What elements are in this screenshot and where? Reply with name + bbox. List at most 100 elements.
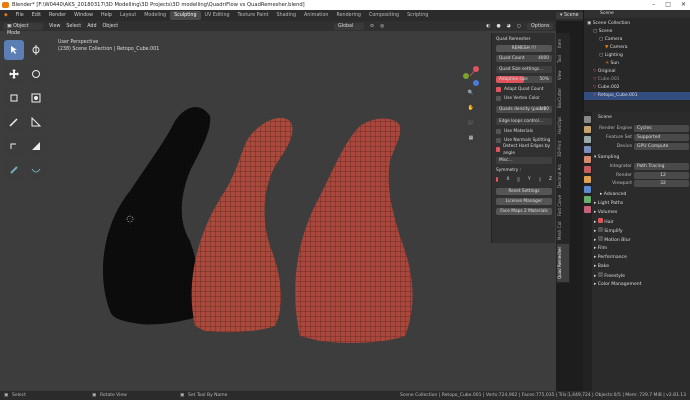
outliner-item-camera-collection[interactable]: ▢ Camera <box>584 36 690 44</box>
outliner-item-original[interactable]: ▽ Original <box>584 68 690 76</box>
render-tab-icon[interactable] <box>584 126 591 133</box>
volumes-panel[interactable]: ▸ Volumes <box>594 209 689 217</box>
detect-hard-edges-check[interactable] <box>496 147 501 152</box>
motion-blur-check[interactable] <box>597 236 603 241</box>
hair-check[interactable] <box>597 218 603 223</box>
move-icon[interactable] <box>4 64 24 84</box>
quad-count-field[interactable]: Quad Count 4000 <box>496 55 552 62</box>
object-tab-icon[interactable] <box>584 176 591 183</box>
tab-sculpting[interactable]: Sculpting <box>170 11 201 20</box>
symmetry-y-check[interactable] <box>517 177 520 182</box>
blender-menu-icon[interactable]: ◆ <box>0 13 12 18</box>
misc-toggle[interactable]: Misc... <box>496 157 552 164</box>
tab-uv-editing[interactable]: UV Editing <box>201 11 234 20</box>
scene-tab-icon[interactable] <box>584 156 591 163</box>
add-cube-icon[interactable] <box>4 136 24 156</box>
device-select[interactable]: GPU Compute <box>634 143 689 150</box>
render-engine-select[interactable]: Cycles <box>634 125 689 132</box>
menu-render[interactable]: Render <box>45 13 70 18</box>
render-samples-field[interactable]: 12 <box>634 172 689 179</box>
film-panel[interactable]: ▸ Film <box>594 245 689 253</box>
select-box-icon[interactable] <box>4 40 24 60</box>
quad-size-settings-toggle[interactable]: Quad Size settings... <box>496 66 552 73</box>
outliner-item-cube-001[interactable]: ▽ Cube.001 <box>584 76 690 84</box>
remesh-button[interactable]: REMESH !!! <box>496 45 552 52</box>
navigation-gizmo[interactable] <box>463 66 479 86</box>
tab-compositing[interactable]: Compositing <box>365 11 403 20</box>
rotate-icon[interactable] <box>26 64 46 84</box>
maximize-icon[interactable]: □ <box>665 0 671 10</box>
tab-boxcutter[interactable]: BoxCutter <box>557 84 569 112</box>
tab-texture-paint[interactable]: Texture Paint <box>234 11 273 20</box>
feature-set-select[interactable]: Supported <box>634 134 689 141</box>
tab-fast-carve[interactable]: Fast Carve <box>557 192 569 218</box>
tab-shading[interactable]: Shading <box>273 11 301 20</box>
use-vertex-color-check[interactable] <box>496 96 501 101</box>
freestyle-check[interactable] <box>597 272 603 277</box>
tab-3d-print[interactable]: 3D-Print <box>557 138 569 160</box>
tab-mesh-cut[interactable]: Mesh Cut <box>557 220 569 242</box>
tab-hardops[interactable]: HardOps <box>557 114 569 136</box>
outliner-item-retopo-cube-001[interactable]: ▽ Retopo_Cube.001 <box>584 92 690 100</box>
hair-panel[interactable]: ▸ Hair <box>594 218 689 226</box>
outliner-item-lighting[interactable]: ▢ Lighting <box>584 52 690 60</box>
outliner-item-cube-002[interactable]: ▽ Cube.002 <box>584 84 690 92</box>
material-tab-icon[interactable] <box>584 206 591 213</box>
light-paths-panel[interactable]: ▸ Light Paths <box>594 200 689 208</box>
zoom-icon[interactable]: 🔍 <box>464 87 478 99</box>
3d-viewport[interactable]: ▣ Object Mode View Select Add Object Glo… <box>0 21 556 391</box>
detect-hard-edges-checkbox[interactable]: Detect Hard Edges by angle <box>496 144 552 156</box>
adapt-quad-count-check[interactable] <box>496 87 501 92</box>
menu-file[interactable]: File <box>12 13 28 18</box>
use-normals-splitting-check[interactable] <box>496 138 501 143</box>
tab-animation[interactable]: Animation <box>300 11 332 20</box>
outliner-item-sun[interactable]: ☀ Sun <box>584 60 690 68</box>
ortho-toggle-icon[interactable]: ▦ <box>464 132 478 144</box>
curve-icon[interactable] <box>26 160 46 180</box>
use-materials-checkbox[interactable]: Use Materials <box>496 128 552 135</box>
brush-icon[interactable] <box>4 160 24 180</box>
edge-loops-control-toggle[interactable]: Edge loops control... <box>496 118 552 125</box>
viewport-samples-field[interactable]: 32 <box>634 180 689 187</box>
retopo-mesh-middle[interactable] <box>191 117 293 333</box>
pan-hand-icon[interactable]: ✋ <box>464 102 478 114</box>
motion-blur-panel[interactable]: ▸ Motion Blur <box>594 236 689 244</box>
camera-view-icon[interactable]: 🎥 <box>464 117 478 129</box>
close-icon[interactable]: ✕ <box>681 0 686 10</box>
performance-panel[interactable]: ▸ Performance <box>594 254 689 262</box>
symmetry-z-check[interactable] <box>538 177 542 182</box>
license-manager-button[interactable]: License Manager <box>496 198 552 205</box>
view-layer-tab-icon[interactable] <box>584 146 591 153</box>
sampling-panel-header[interactable]: ▾ Sampling <box>594 154 689 162</box>
measure-icon[interactable] <box>26 112 46 132</box>
scale-icon[interactable] <box>4 88 24 108</box>
tab-item[interactable]: Item <box>557 36 569 50</box>
tab-modeling[interactable]: Modeling <box>140 11 170 20</box>
minimize-icon[interactable]: – <box>652 0 655 10</box>
bake-panel[interactable]: ▸ Bake <box>594 263 689 271</box>
tool-tab-icon[interactable] <box>584 116 591 123</box>
tab-layout[interactable]: Layout <box>116 11 140 20</box>
simplify-check[interactable] <box>597 227 603 232</box>
reset-settings-button[interactable]: Reset Settings <box>496 188 552 195</box>
symmetry-x-check[interactable] <box>496 177 499 182</box>
quads-density-field[interactable]: Quads density (paint) 1.00 <box>496 106 552 113</box>
outliner-item-scene[interactable]: ▢ Scene <box>584 28 690 36</box>
outliner-item-scene-collection[interactable]: ▣ Scene Collection <box>584 20 690 28</box>
retopo-mesh-right[interactable] <box>295 118 413 344</box>
adapt-quad-count-checkbox[interactable]: Adapt Quad Count <box>496 86 552 93</box>
advanced-subpanel[interactable]: ▸ Advanced <box>594 191 689 199</box>
menu-edit[interactable]: Edit <box>28 13 45 18</box>
tab-rendering[interactable]: Rendering <box>332 11 365 20</box>
annotate-icon[interactable] <box>4 112 24 132</box>
face-maps-button[interactable]: Face Maps 2 Materials <box>496 208 552 215</box>
integrator-select[interactable]: Path Tracing <box>634 163 689 170</box>
outliner-item-camera[interactable]: ▼ Camera <box>584 44 690 52</box>
world-tab-icon[interactable] <box>584 166 591 173</box>
freestyle-panel[interactable]: ▸ Freestyle <box>594 272 689 280</box>
shear-icon[interactable] <box>26 136 46 156</box>
adaptive-size-slider[interactable]: Adaptive size 50% <box>496 76 552 83</box>
tab-view[interactable]: View <box>557 68 569 82</box>
use-vertex-color-checkbox[interactable]: Use Vertex Color <box>496 95 552 102</box>
tab-decimal-arc[interactable]: Decimal Arc <box>557 162 569 190</box>
